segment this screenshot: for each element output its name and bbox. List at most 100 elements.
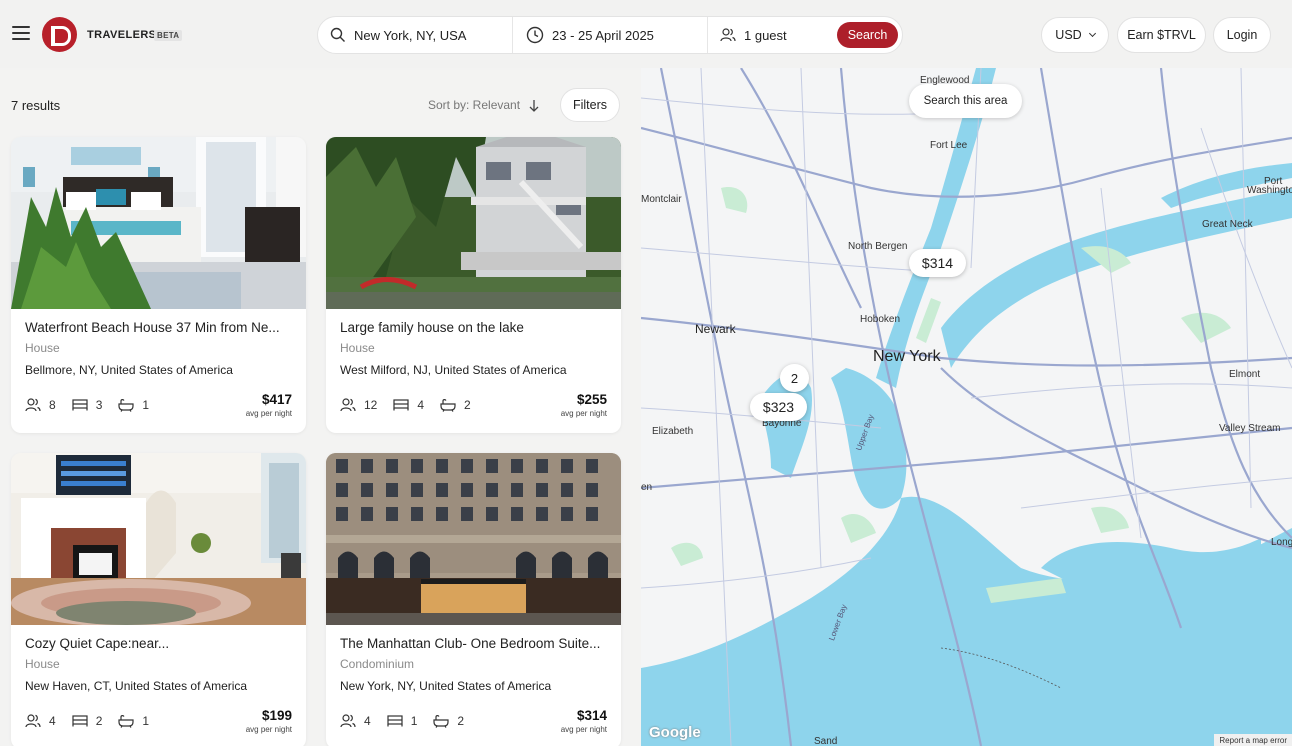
bed-icon bbox=[387, 715, 403, 727]
clock-icon bbox=[526, 26, 544, 44]
map-label: Newark bbox=[695, 322, 736, 336]
listing-photo-living-room bbox=[11, 453, 306, 625]
listing-title: Waterfront Beach House 37 Min from Ne... bbox=[25, 320, 280, 335]
divider bbox=[512, 17, 513, 53]
results-count: 7 results bbox=[11, 98, 61, 113]
bedrooms-count: 4 bbox=[417, 398, 425, 412]
location-field[interactable]: New York, NY, USA bbox=[330, 17, 512, 53]
listing-location: New York, NY, United States of America bbox=[340, 679, 552, 693]
location-value: New York, NY, USA bbox=[354, 27, 467, 43]
guests-field[interactable]: 1 guest bbox=[720, 17, 830, 53]
currency-value: USD bbox=[1055, 28, 1082, 42]
map-label: Elizabeth bbox=[652, 426, 694, 437]
map-label: Sand bbox=[814, 736, 838, 746]
guests-count: 4 bbox=[364, 714, 371, 728]
bedrooms-count: 3 bbox=[95, 398, 103, 412]
map-label: Englewood bbox=[920, 75, 970, 86]
listing-price: $314 bbox=[576, 708, 607, 723]
google-logo: Google bbox=[649, 724, 701, 741]
guests-count: 4 bbox=[49, 714, 56, 728]
chevron-down-icon bbox=[1088, 29, 1096, 38]
bath-icon bbox=[118, 398, 134, 412]
bedrooms-count: 2 bbox=[95, 714, 103, 728]
listing-price: $417 bbox=[261, 392, 292, 407]
map-label: North Bergen bbox=[848, 241, 908, 252]
listing-photo-bedroom bbox=[11, 137, 306, 309]
map-canvas[interactable] bbox=[641, 68, 1292, 746]
sort-dropdown[interactable]: Sort by: Relevant bbox=[428, 98, 539, 112]
map-label: New York bbox=[873, 348, 941, 365]
baths-count: 1 bbox=[142, 398, 150, 412]
guests-icon bbox=[340, 398, 356, 412]
beta-badge: BETA bbox=[154, 30, 183, 41]
bedrooms-count: 1 bbox=[410, 714, 418, 728]
search-this-area-button[interactable]: Search this area bbox=[909, 84, 1022, 118]
earn-button[interactable]: Earn $TRVL bbox=[1117, 17, 1206, 53]
listing-title: Large family house on the lake bbox=[340, 320, 524, 335]
baths-count: 1 bbox=[142, 714, 150, 728]
bed-icon bbox=[393, 399, 409, 411]
login-button[interactable]: Login bbox=[1213, 17, 1271, 53]
currency-selector[interactable]: USD bbox=[1041, 17, 1109, 53]
listing-location: West Milford, NJ, United States of Ameri… bbox=[340, 363, 567, 377]
listing-type: Condominium bbox=[340, 657, 415, 671]
price-marker[interactable]: $314 bbox=[909, 249, 966, 277]
map-label: Washington bbox=[1247, 185, 1292, 196]
bed-icon bbox=[72, 715, 88, 727]
price-note: avg per night bbox=[560, 725, 607, 734]
listing-amenities: 8 3 1 bbox=[25, 398, 165, 412]
menu-icon[interactable] bbox=[12, 26, 30, 40]
listing-title: Cozy Quiet Cape:near... bbox=[25, 636, 170, 651]
listing-card[interactable]: The Manhattan Club- One Bedroom Suite...… bbox=[326, 453, 621, 746]
guests-value: 1 guest bbox=[744, 27, 787, 43]
listing-price: $199 bbox=[261, 708, 292, 723]
map-label: Great Neck bbox=[1202, 219, 1253, 230]
listing-type: House bbox=[25, 657, 60, 671]
guests-count: 12 bbox=[364, 398, 378, 412]
guests-icon bbox=[720, 28, 736, 42]
bath-icon bbox=[118, 714, 134, 728]
listing-type: House bbox=[25, 341, 60, 355]
price-note: avg per night bbox=[560, 409, 607, 418]
report-map-error-link[interactable]: Report a map error bbox=[1214, 734, 1292, 746]
map-label: en bbox=[641, 482, 653, 493]
search-bar: New York, NY, USA 23 - 25 April 2025 1 g… bbox=[317, 16, 903, 54]
cluster-marker[interactable]: 2 bbox=[780, 364, 809, 392]
date-field[interactable]: 23 - 25 April 2025 bbox=[526, 17, 706, 53]
baths-count: 2 bbox=[464, 398, 471, 412]
bath-icon bbox=[433, 714, 449, 728]
listing-location: Bellmore, NY, United States of America bbox=[25, 363, 233, 377]
listing-amenities: 12 4 2 bbox=[340, 398, 487, 412]
travelers-logo[interactable] bbox=[42, 17, 77, 52]
price-marker[interactable]: $323 bbox=[750, 393, 807, 421]
guests-icon bbox=[25, 398, 41, 412]
sort-label: Sort by: Relevant bbox=[428, 98, 521, 112]
listing-amenities: 4 1 2 bbox=[340, 714, 480, 728]
map-label: Elmont bbox=[1229, 369, 1261, 380]
filters-button[interactable]: Filters bbox=[560, 88, 620, 122]
bed-icon bbox=[72, 399, 88, 411]
listing-price: $255 bbox=[576, 392, 607, 407]
map-label: Montclair bbox=[641, 194, 682, 205]
listing-photo-lake-house bbox=[326, 137, 621, 309]
map-label: Valley Stream bbox=[1219, 423, 1281, 434]
arrow-down-icon bbox=[529, 99, 539, 112]
listing-card[interactable]: Large family house on the lake House Wes… bbox=[326, 137, 621, 433]
price-note: avg per night bbox=[245, 409, 292, 418]
map-label: Hoboken bbox=[860, 314, 901, 325]
search-button[interactable]: Search bbox=[837, 22, 898, 48]
guests-icon bbox=[25, 714, 41, 728]
brand-name: TRAVELERS bbox=[87, 29, 157, 41]
listing-photo-hotel-facade bbox=[326, 453, 621, 625]
dates-value: 23 - 25 April 2025 bbox=[552, 27, 654, 43]
listing-location: New Haven, CT, United States of America bbox=[25, 679, 248, 693]
listing-amenities: 4 2 1 bbox=[25, 714, 165, 728]
map-view[interactable]: Search this area Englewood Fort Lee Mont… bbox=[641, 68, 1292, 746]
listing-type: House bbox=[340, 341, 375, 355]
divider bbox=[707, 17, 708, 53]
guests-count: 8 bbox=[49, 398, 56, 412]
guests-icon bbox=[340, 714, 356, 728]
price-note: avg per night bbox=[245, 725, 292, 734]
listing-card[interactable]: Waterfront Beach House 37 Min from Ne...… bbox=[11, 137, 306, 433]
listing-card[interactable]: Cozy Quiet Cape:near... House New Haven,… bbox=[11, 453, 306, 746]
